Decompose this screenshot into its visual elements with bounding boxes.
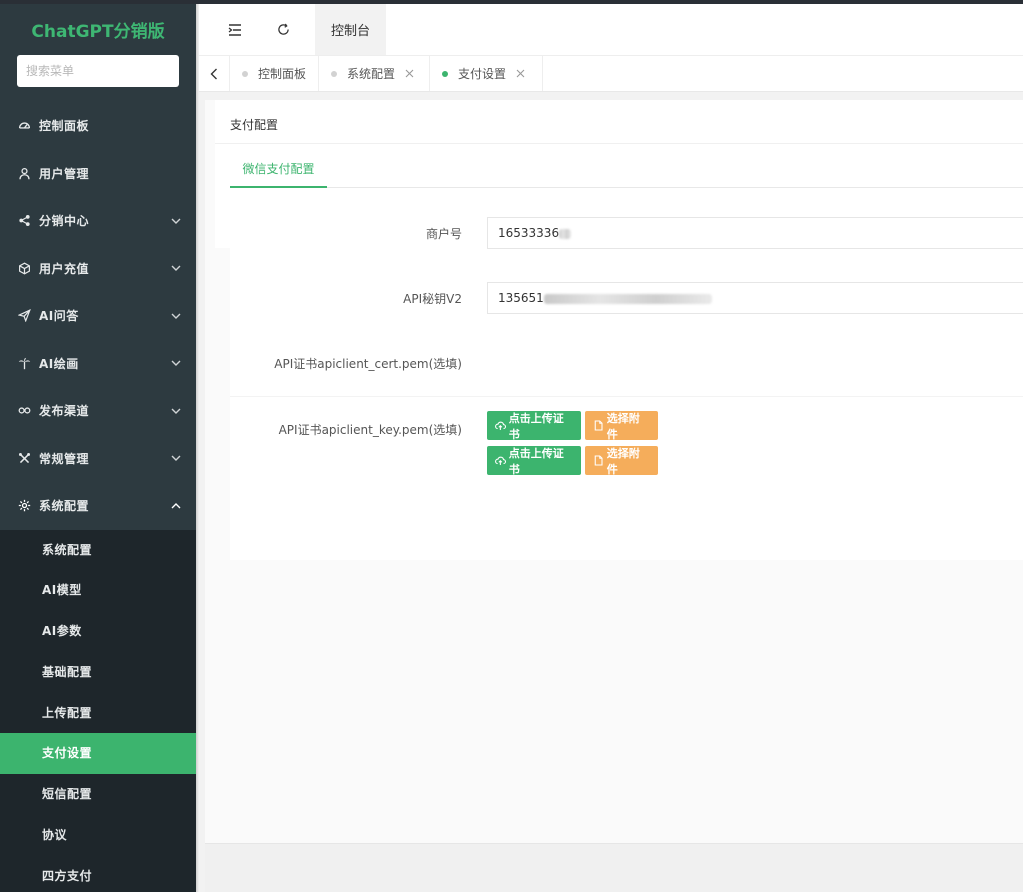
merchant-id-label: 商户号 — [425, 227, 462, 241]
sidebar-item-ai-drawing[interactable]: AI绘画 — [0, 340, 196, 388]
menu-toggle-button[interactable] — [212, 4, 258, 55]
close-icon[interactable] — [405, 69, 414, 78]
button-label: 选择附件 — [606, 411, 640, 441]
select-key-attachment-button[interactable]: 选择附件 — [585, 411, 658, 441]
sidebar-item-label: 发布渠道 — [39, 404, 90, 419]
submenu-item-payment-settings[interactable]: 支付设置 — [0, 733, 196, 775]
send-icon — [17, 309, 31, 323]
link-icon — [17, 404, 31, 418]
submenu-item-basic-config[interactable]: 基础配置 — [0, 652, 196, 693]
menu-search-input[interactable]: 搜索菜单 — [17, 55, 179, 87]
sidebar-item-label: 分销中心 — [39, 214, 90, 229]
sidebar-item-system-config[interactable]: 系统配置 — [0, 482, 196, 530]
chevron-down-icon — [171, 313, 181, 319]
sidebar-menu: 控制面板 用户管理 分销中心 用户充值 AI问答 AI绘画 发布渠道 常规管理 … — [0, 102, 196, 530]
menu-fold-icon — [228, 23, 241, 36]
form-row-cert: API证书apiclient_cert.pem(选填) 点击上传证书 选择附件 — [230, 330, 1023, 476]
tools-icon — [17, 451, 31, 465]
system-config-submenu: 系统配置 AI模型 AI参数 基础配置 上传配置 支付设置 短信配置 协议 四方… — [0, 529, 196, 892]
palm-icon — [17, 356, 31, 370]
sidebar-item-general[interactable]: 常规管理 — [0, 435, 196, 483]
tab-label: 支付设置 — [458, 67, 507, 81]
chevron-left-icon — [210, 68, 217, 79]
tab-status-dot — [442, 70, 448, 77]
refresh-button[interactable] — [260, 4, 306, 55]
submenu-item-upload-config[interactable]: 上传配置 — [0, 693, 196, 734]
sidebar-item-label: 常规管理 — [39, 451, 90, 466]
chevron-down-icon — [171, 455, 181, 462]
sidebar-item-ai-qa[interactable]: AI问答 — [0, 292, 196, 340]
chevron-down-icon — [171, 408, 181, 414]
tab-status-dot — [242, 70, 248, 77]
sidebar-item-dashboard[interactable]: 控制面板 — [0, 102, 196, 150]
form-row-merchant: 商户号 16533336 — [230, 200, 1023, 266]
chevron-down-icon — [171, 360, 181, 367]
cube-icon — [17, 261, 31, 275]
sidebar: ChatGPT分销版 搜索菜单 控制面板 用户管理 分销中心 用户充值 AI问答… — [0, 4, 196, 892]
api-key-value: 135651 — [498, 291, 544, 305]
form-row-apikey: API秘钥V2 135651 — [230, 266, 1023, 330]
submenu-item-ai-params[interactable]: AI参数 — [0, 611, 196, 652]
user-icon — [17, 166, 31, 180]
gear-icon — [17, 499, 31, 513]
sidebar-item-label: 控制面板 — [39, 119, 90, 134]
submenu-item-quad-payment[interactable]: 四方支付 — [0, 856, 196, 892]
share-icon — [17, 214, 31, 228]
cloud-upload-icon — [495, 421, 506, 430]
api-key-input[interactable]: 135651 — [487, 282, 1023, 314]
close-icon[interactable] — [516, 69, 525, 78]
footer-band — [205, 843, 1023, 892]
upload-key-button[interactable]: 点击上传证书 — [487, 411, 581, 441]
sidebar-item-recharge[interactable]: 用户充值 — [0, 245, 196, 293]
merchant-id-value: 16533336 — [498, 226, 560, 240]
sidebar-item-label: 系统配置 — [39, 499, 90, 514]
tab-wechat-pay-config[interactable]: 微信支付配置 — [230, 144, 327, 188]
sidebar-item-label: AI绘画 — [39, 356, 79, 371]
api-key-label: API秘钥V2 — [403, 292, 462, 306]
sidebar-shadow — [196, 4, 199, 892]
chevron-up-icon — [171, 502, 181, 509]
tab-label: 控制面板 — [258, 67, 307, 81]
tab-status-dot — [331, 70, 337, 77]
header: 控制台 — [199, 4, 1023, 56]
merchant-id-input[interactable]: 16533336 — [487, 217, 1023, 249]
cert-file-label: API证书apiclient_cert.pem(选填) — [274, 357, 462, 371]
app-logo: ChatGPT分销版 — [31, 22, 165, 42]
tab-label: 系统配置 — [347, 67, 396, 81]
tab-payment-settings[interactable]: 支付设置 — [430, 56, 543, 91]
chevron-down-icon — [171, 218, 181, 224]
chevron-down-icon — [171, 265, 181, 272]
tab-dashboard[interactable]: 控制面板 — [230, 56, 319, 91]
key-file-label: API证书apiclient_key.pem(选填) — [278, 423, 462, 437]
submenu-item-system-config[interactable]: 系统配置 — [0, 530, 196, 571]
dashboard-icon — [17, 119, 31, 133]
sidebar-item-label: AI问答 — [39, 309, 79, 324]
sidebar-item-label: 用户充值 — [39, 261, 90, 276]
file-icon — [594, 420, 603, 431]
tab-bar: 控制面板 系统配置 支付设置 — [199, 56, 1023, 92]
refresh-icon — [277, 23, 289, 35]
tabbar-prev-button[interactable] — [199, 56, 230, 91]
redacted-blur — [559, 228, 572, 239]
button-label: 点击上传证书 — [508, 411, 564, 441]
sidebar-item-users[interactable]: 用户管理 — [0, 150, 196, 198]
submenu-item-ai-model[interactable]: AI模型 — [0, 570, 196, 611]
submenu-item-agreement[interactable]: 协议 — [0, 815, 196, 856]
tab-system-config[interactable]: 系统配置 — [319, 56, 430, 91]
form-row-key: API证书apiclient_key.pem(选填) 点击上传证书 选择附件 — [230, 396, 1023, 460]
redacted-blur — [543, 293, 712, 304]
payment-subtabs: 微信支付配置 — [230, 144, 1023, 188]
submenu-item-sms-config[interactable]: 短信配置 — [0, 774, 196, 815]
sidebar-item-channels[interactable]: 发布渠道 — [0, 387, 196, 435]
content-area: 支付配置 微信支付配置 商户号 16533336 API秘钥V2 135651 … — [205, 100, 1023, 843]
sidebar-item-distribution[interactable]: 分销中心 — [0, 197, 196, 245]
wechat-pay-form: 商户号 16533336 API秘钥V2 135651 API证书apiclie… — [230, 200, 1023, 560]
panel-title: 支付配置 — [215, 100, 1023, 144]
console-tab[interactable]: 控制台 — [315, 4, 386, 55]
sidebar-item-label: 用户管理 — [39, 166, 90, 181]
